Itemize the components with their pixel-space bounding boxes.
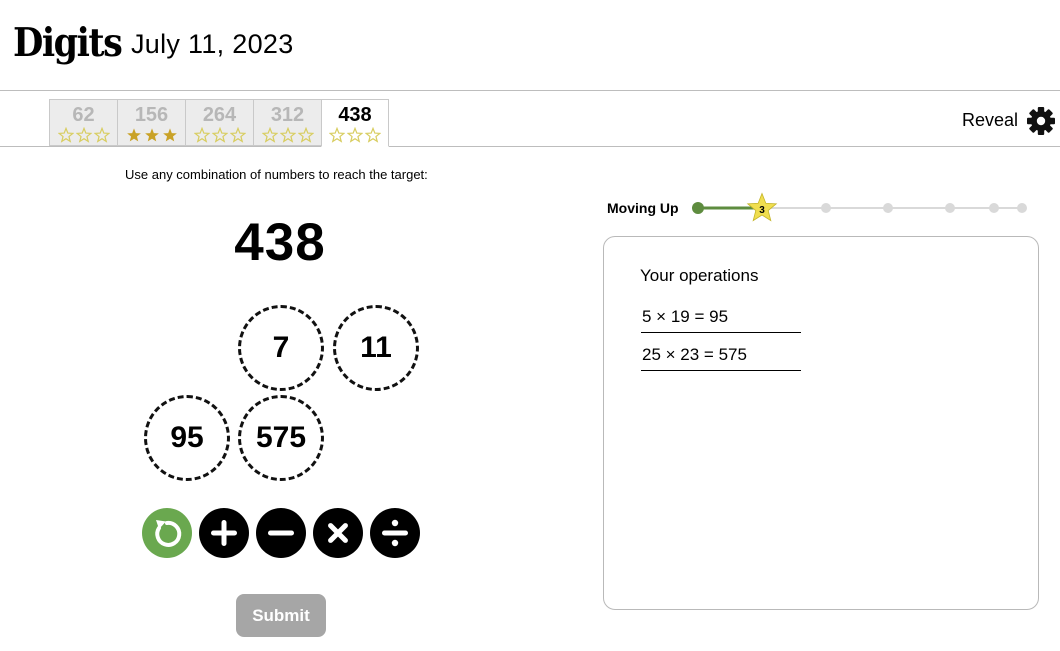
star-empty-icon <box>193 127 210 143</box>
target-number: 438 <box>234 213 326 272</box>
star-empty-icon <box>57 127 74 143</box>
progress-step-dot <box>821 203 831 213</box>
minus-icon <box>268 530 294 536</box>
operation-entry: 5 × 19 = 95 <box>641 305 801 333</box>
tab-star-rating <box>118 127 185 143</box>
puzzle-tabs: 62 156 264 312 438 <box>49 99 389 147</box>
progress-step-dot <box>945 203 955 213</box>
reveal-button[interactable]: Reveal <box>962 110 1018 131</box>
tab-target-number: 264 <box>202 104 237 126</box>
plus-icon <box>211 520 237 546</box>
subtract-button[interactable] <box>256 508 306 558</box>
star-empty-icon <box>347 127 363 143</box>
instructions-text: Use any combination of numbers to reach … <box>125 167 428 182</box>
star-empty-icon <box>365 127 381 143</box>
gear-icon[interactable] <box>1026 106 1056 136</box>
operations-title: Your operations <box>640 266 759 285</box>
puzzle-tab-bar: 62 156 264 312 438 Reveal <box>0 91 1060 147</box>
number-tile[interactable]: 95 <box>144 395 230 481</box>
times-icon <box>328 523 348 543</box>
puzzle-tab-2[interactable]: 156 <box>117 99 185 146</box>
star-filled-icon <box>144 128 159 142</box>
star-empty-icon <box>229 127 246 143</box>
star-empty-icon <box>297 127 314 143</box>
number-tile[interactable]: 11 <box>333 305 419 391</box>
undo-button[interactable] <box>142 508 192 558</box>
app-header: Digits July 11, 2023 <box>0 0 1060 91</box>
app-logo: Digits <box>13 20 123 66</box>
current-step-label: 3 <box>759 205 765 216</box>
star-empty-icon <box>211 127 228 143</box>
number-tile[interactable]: 575 <box>238 395 324 481</box>
operation-entry: 25 × 23 = 575 <box>641 343 801 371</box>
star-empty-icon <box>93 127 110 143</box>
submit-button[interactable]: Submit <box>236 594 326 637</box>
puzzle-tab-5[interactable]: 438 <box>321 99 389 147</box>
multiply-button[interactable] <box>313 508 363 558</box>
progress-track: 3 <box>692 192 1027 222</box>
divide-icon <box>382 519 408 547</box>
star-empty-icon <box>329 127 345 143</box>
progress-step-dot <box>692 202 704 214</box>
add-button[interactable] <box>199 508 249 558</box>
tab-star-rating <box>254 127 321 143</box>
puzzle-tab-4[interactable]: 312 <box>253 99 321 146</box>
progress-step-dot <box>989 203 999 213</box>
puzzle-tab-3[interactable]: 264 <box>185 99 253 146</box>
star-empty-icon <box>75 127 92 143</box>
progress-step-dot <box>883 203 893 213</box>
operations-panel: Your operations 5 × 19 = 95 25 × 23 = 57… <box>603 236 1039 610</box>
tab-star-rating <box>322 127 388 143</box>
star-empty-icon <box>279 127 296 143</box>
star-empty-icon <box>261 127 278 143</box>
tab-star-rating <box>50 127 117 143</box>
undo-icon <box>155 520 182 547</box>
puzzle-date: July 11, 2023 <box>131 29 294 59</box>
star-filled-icon <box>162 128 177 142</box>
tab-star-rating <box>186 127 253 143</box>
tab-target-number: 312 <box>270 104 305 126</box>
tab-target-number: 156 <box>134 104 169 126</box>
tab-target-number: 62 <box>72 104 95 126</box>
number-tile[interactable]: 7 <box>238 305 324 391</box>
puzzle-tab-1[interactable]: 62 <box>49 99 117 146</box>
progress-step-dot <box>1017 203 1027 213</box>
rank-label: Moving Up <box>607 200 679 216</box>
star-filled-icon <box>126 128 141 142</box>
tab-target-number: 438 <box>338 104 372 126</box>
divide-button[interactable] <box>370 508 420 558</box>
